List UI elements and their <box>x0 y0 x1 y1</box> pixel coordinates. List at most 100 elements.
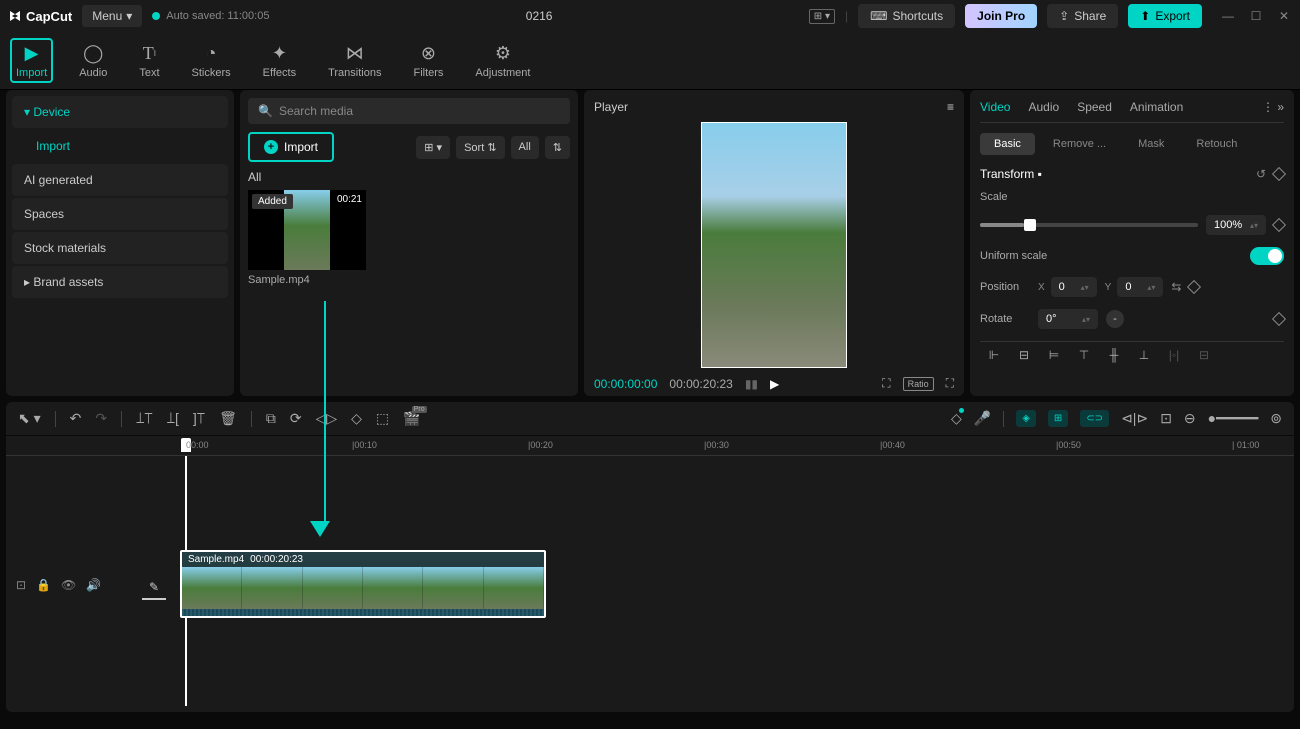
distribute-v-icon[interactable]: ⊟ <box>1194 348 1214 362</box>
inspector-tab-speed[interactable]: Speed <box>1077 100 1112 114</box>
rotate-tool[interactable]: ◇ <box>351 410 362 427</box>
position-link-icon[interactable]: ⇆ <box>1171 280 1181 294</box>
align-center-v-icon[interactable]: ╫ <box>1104 348 1124 362</box>
video-preview[interactable] <box>701 122 847 368</box>
media-section-label: All <box>248 170 570 184</box>
scale-slider[interactable] <box>980 223 1198 227</box>
share-button[interactable]: ⇪ Share <box>1047 4 1118 28</box>
fullscreen-icon[interactable]: ⛶ <box>946 376 954 391</box>
align-center-h-icon[interactable]: ⊟ <box>1014 348 1034 362</box>
reverse-tool[interactable]: ⟳ <box>290 410 302 427</box>
scale-input[interactable]: 100%▴▾ <box>1206 215 1266 235</box>
view-grid-button[interactable]: ⊞ ▾ <box>416 136 450 159</box>
reset-icon[interactable]: ↺ <box>1256 167 1266 181</box>
filter-button[interactable]: ⇅ <box>545 136 570 159</box>
crop-tool[interactable]: ⬚ <box>376 410 389 427</box>
autosave-status: Auto saved: 11:00:05 <box>152 10 269 22</box>
close-button[interactable]: ✕ <box>1276 9 1292 23</box>
zoom-out-icon[interactable]: ⊖ <box>1184 410 1196 427</box>
subtab-mask[interactable]: Mask <box>1124 133 1178 155</box>
maximize-button[interactable]: ☐ <box>1248 9 1264 23</box>
sort-button[interactable]: Sort ⇅ <box>456 136 504 159</box>
uniform-toggle[interactable] <box>1250 247 1284 265</box>
redo-button[interactable]: ↷ <box>95 410 107 427</box>
link-icon[interactable]: ⊂⊃ <box>1080 410 1109 427</box>
timeline-clip[interactable]: Sample.mp4 00:00:20:23 <box>180 550 546 618</box>
shortcuts-button[interactable]: ⌨ Shortcuts <box>858 4 955 28</box>
player-menu-icon[interactable]: ≡ <box>947 100 954 114</box>
time-current: 00:00:00:00 <box>594 377 657 391</box>
magnet-icon[interactable]: ⊞ <box>1048 410 1068 427</box>
align-top-icon[interactable]: ⊤ <box>1074 348 1094 362</box>
rotate-input[interactable]: 0°▴▾ <box>1038 309 1098 329</box>
media-clip-thumbnail[interactable]: Added 00:21 <box>248 190 366 270</box>
rotate-dial[interactable]: - <box>1106 310 1124 328</box>
split-tool[interactable]: ⟘⟙ <box>136 410 153 427</box>
search-input[interactable]: 🔍 Search media <box>248 98 570 124</box>
distribute-h-icon[interactable]: |◦| <box>1164 348 1184 362</box>
inspector-tab-video[interactable]: Video <box>980 100 1010 114</box>
tab-text[interactable]: TI Text <box>133 38 165 83</box>
tab-import[interactable]: ▶ Import <box>10 38 53 83</box>
subtab-basic[interactable]: Basic <box>980 133 1035 155</box>
sidebar-item-device[interactable]: ▾ Device <box>12 96 228 128</box>
split-left-tool[interactable]: ⟘[ <box>167 410 179 427</box>
timeline-ruler[interactable]: 00:00 |00:10 |00:20 |00:30 |00:40 |00:50… <box>6 436 1294 456</box>
align-right-icon[interactable]: ⊨ <box>1044 348 1064 362</box>
delete-tool[interactable]: 🗑 <box>219 410 237 427</box>
compare-icon[interactable]: ▮▮ <box>745 377 758 391</box>
pro-tool[interactable]: 🎬Pro <box>403 410 420 427</box>
track-mute-icon[interactable]: 🔊 <box>86 578 101 592</box>
tab-filters[interactable]: ⊗ Filters <box>407 38 449 83</box>
sidebar-item-stock[interactable]: Stock materials <box>12 232 228 264</box>
tab-adjustment[interactable]: ⚙ Adjustment <box>469 38 536 83</box>
subtab-retouch[interactable]: Retouch <box>1182 133 1251 155</box>
undo-button[interactable]: ↶ <box>70 410 82 427</box>
snap-icon[interactable]: ⊲|⊳ <box>1121 410 1148 427</box>
sidebar-item-spaces[interactable]: Spaces <box>12 198 228 230</box>
filter-all-button[interactable]: All <box>511 136 539 159</box>
sidebar-item-import[interactable]: Import <box>12 130 228 162</box>
auto-caption-icon[interactable]: ◇ <box>951 410 962 427</box>
align-left-icon[interactable]: ⊩ <box>984 348 1004 362</box>
align-bottom-icon[interactable]: ⊥ <box>1134 348 1154 362</box>
track-edit-button[interactable]: ✎ <box>142 576 166 600</box>
zoom-fit-icon[interactable]: ⊚ <box>1270 410 1282 427</box>
layout-icon[interactable]: ⊞ ▾ <box>809 9 835 24</box>
scale-keyframe[interactable] <box>1272 218 1286 232</box>
tab-audio[interactable]: ◯ Audio <box>73 38 113 83</box>
minimize-button[interactable]: — <box>1220 9 1236 23</box>
track-visible-icon[interactable]: 👁 <box>61 578 76 592</box>
track-add-icon[interactable]: ⊡ <box>16 578 26 592</box>
subtab-remove[interactable]: Remove ... <box>1039 133 1120 155</box>
import-button[interactable]: + Import <box>248 132 334 162</box>
sidebar-item-brand[interactable]: ▸ Brand assets <box>12 266 228 298</box>
mirror-tool[interactable]: ◁▷ <box>316 410 338 427</box>
track-lock-icon[interactable]: 🔒 <box>36 578 51 592</box>
ratio-button[interactable]: Ratio <box>903 377 934 391</box>
selection-tool[interactable]: ⬉ ▾ <box>18 410 41 427</box>
preview-icon[interactable]: ⊡ <box>1160 410 1172 427</box>
export-button[interactable]: ⬆ Export <box>1128 4 1202 28</box>
position-keyframe[interactable] <box>1187 280 1201 294</box>
menu-button[interactable]: Menu▾ <box>82 5 142 27</box>
tab-effects[interactable]: ✦ Effects <box>257 38 302 83</box>
rotate-keyframe[interactable] <box>1272 312 1286 326</box>
position-y-input[interactable]: 0▴▾ <box>1117 277 1163 297</box>
inspector-tab-animation[interactable]: Animation <box>1130 100 1183 114</box>
copy-tool[interactable]: ⧉ <box>266 410 276 427</box>
inspector-more[interactable]: ⋮ » <box>1262 100 1284 114</box>
keyframe-icon[interactable] <box>1272 167 1286 181</box>
tab-stickers[interactable]: ◔ Stickers <box>186 38 237 83</box>
play-button[interactable]: ▶ <box>770 377 779 391</box>
split-right-tool[interactable]: ]⟙ <box>193 410 205 427</box>
crop-icon[interactable]: ⛶ <box>882 376 890 391</box>
magnet-main-icon[interactable]: ◈ <box>1016 410 1036 427</box>
tab-transitions[interactable]: ⋈ Transitions <box>322 38 387 83</box>
zoom-slider[interactable]: ●━━━━━ <box>1208 410 1259 427</box>
sidebar-item-ai[interactable]: AI generated <box>12 164 228 196</box>
inspector-tab-audio[interactable]: Audio <box>1028 100 1059 114</box>
mic-icon[interactable]: 🎤 <box>974 410 991 427</box>
join-pro-button[interactable]: Join Pro <box>965 4 1037 28</box>
position-x-input[interactable]: 0▴▾ <box>1051 277 1097 297</box>
